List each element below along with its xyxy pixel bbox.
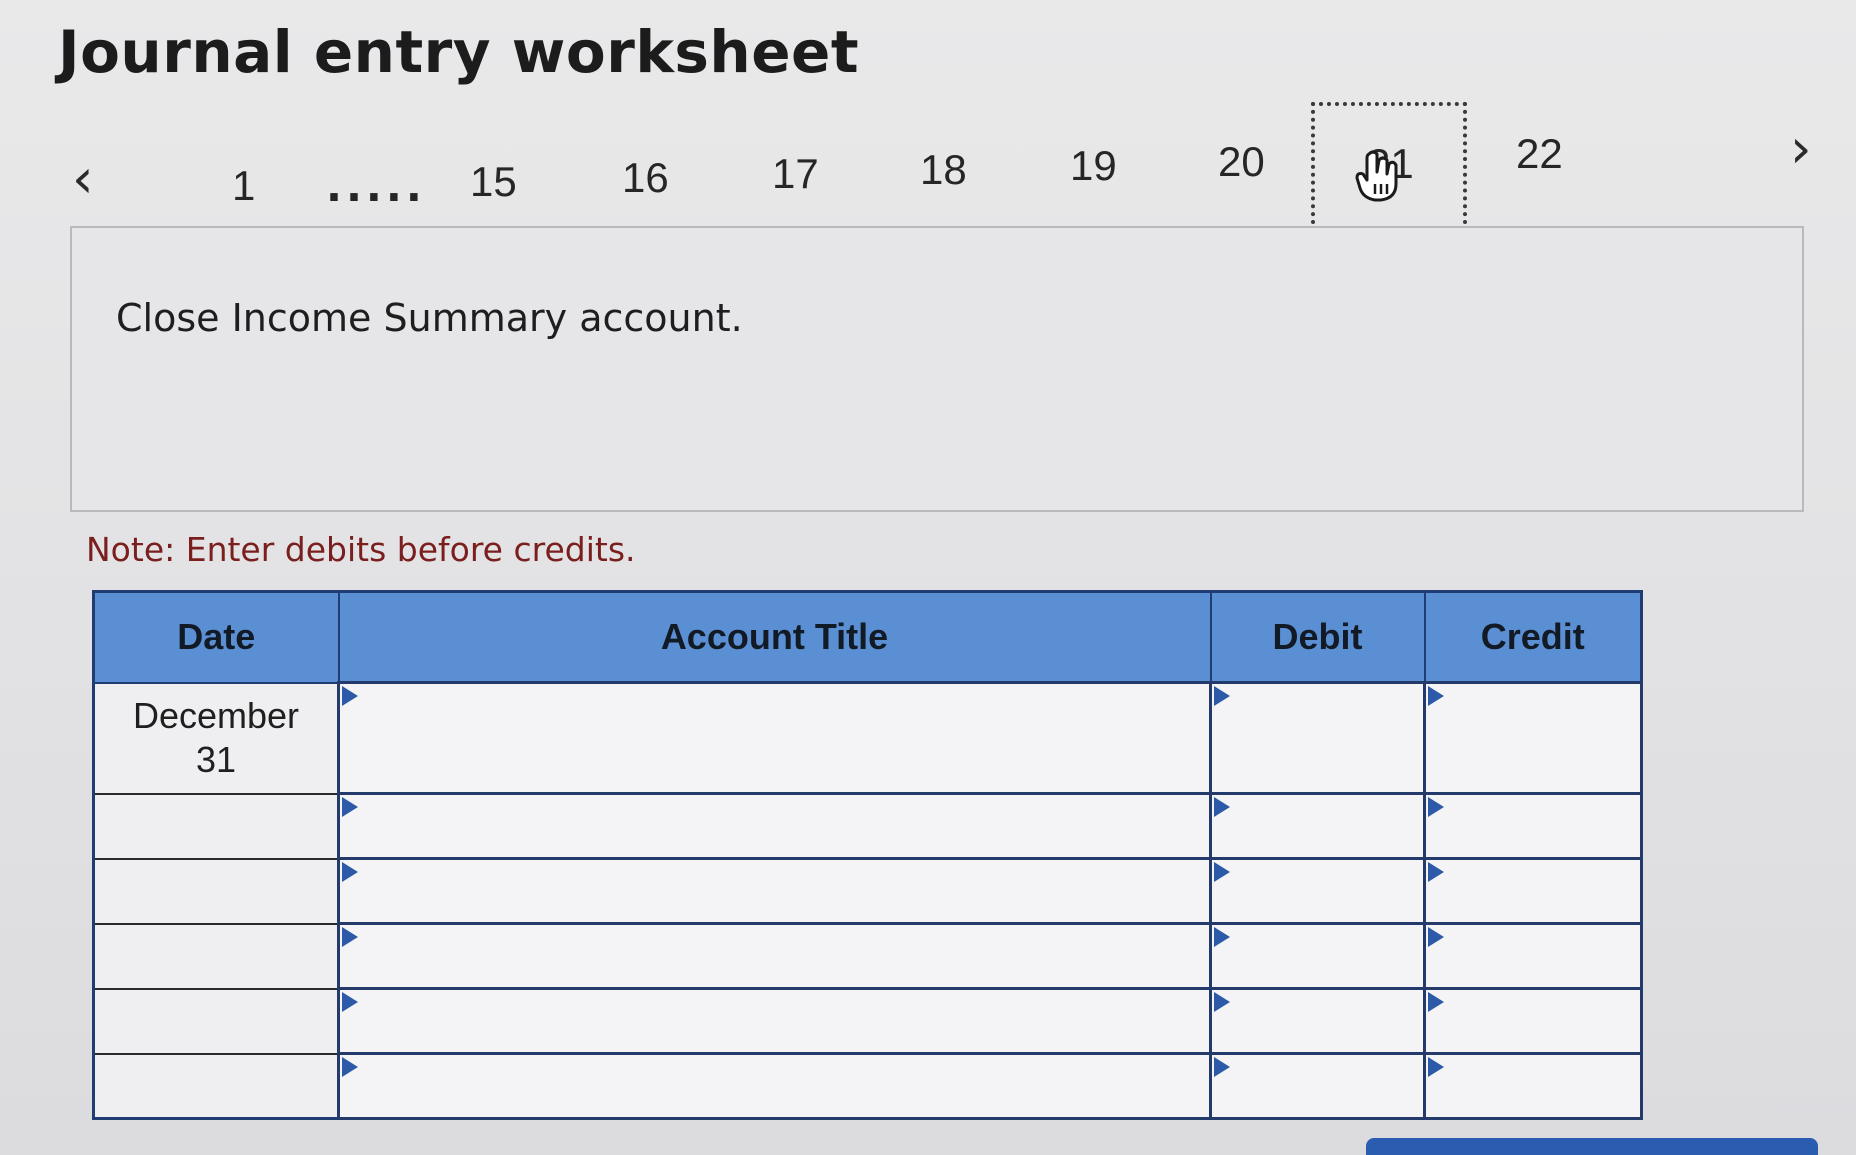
- page-link-17[interactable]: 17: [772, 150, 819, 198]
- debit-input[interactable]: [1212, 990, 1423, 1052]
- page-link-current[interactable]: 21: [1311, 102, 1467, 232]
- table-row: December 31: [92, 681, 1643, 795]
- date-cell: December 31: [92, 681, 340, 795]
- account-title-input[interactable]: [340, 795, 1209, 857]
- table-header-row: Date Account Title Debit Credit: [92, 590, 1643, 684]
- page-link-20[interactable]: 20: [1218, 138, 1265, 186]
- page-link-15[interactable]: 15: [470, 158, 517, 206]
- debit-cell[interactable]: [1209, 681, 1426, 795]
- debit-input[interactable]: [1212, 1055, 1423, 1117]
- date-cell: [92, 792, 340, 860]
- credit-input[interactable]: [1426, 795, 1640, 857]
- chevron-right-icon[interactable]: ›: [1790, 122, 1812, 176]
- account-title-cell[interactable]: [337, 681, 1212, 795]
- credit-input[interactable]: [1426, 990, 1640, 1052]
- debit-cell[interactable]: [1209, 1052, 1426, 1120]
- account-title-input[interactable]: [340, 925, 1209, 987]
- credit-input[interactable]: [1426, 860, 1640, 922]
- date-cell: [92, 922, 340, 990]
- debit-input[interactable]: [1212, 925, 1423, 987]
- question-text: Close Income Summary account.: [116, 296, 743, 340]
- debit-cell[interactable]: [1209, 792, 1426, 860]
- date-month: December: [132, 695, 300, 736]
- date-cell: [92, 987, 340, 1055]
- debit-cell[interactable]: [1209, 922, 1426, 990]
- date-cell: [92, 857, 340, 925]
- bottom-action-button[interactable]: [1366, 1138, 1818, 1155]
- journal-entry-table: Date Account Title Debit Credit December…: [92, 590, 1643, 1120]
- pager-ellipsis: .....: [326, 162, 426, 211]
- question-panel: Close Income Summary account.: [70, 226, 1804, 512]
- credit-cell[interactable]: [1423, 987, 1643, 1055]
- account-title-column-header: Account Title: [337, 590, 1212, 684]
- worksheet-page: Journal entry worksheet ‹ 1 ..... 15 16 …: [0, 0, 1856, 1155]
- credit-column-header: Credit: [1423, 590, 1643, 684]
- credit-cell[interactable]: [1423, 1052, 1643, 1120]
- credit-input[interactable]: [1426, 684, 1640, 792]
- account-title-input[interactable]: [340, 684, 1209, 792]
- account-title-input[interactable]: [340, 860, 1209, 922]
- account-title-cell[interactable]: [337, 987, 1212, 1055]
- credit-cell[interactable]: [1423, 922, 1643, 990]
- table-row: [92, 987, 1643, 1055]
- credit-input[interactable]: [1426, 925, 1640, 987]
- page-link-16[interactable]: 16: [622, 154, 669, 202]
- debit-cell[interactable]: [1209, 857, 1426, 925]
- table-row: [92, 1052, 1643, 1120]
- page-link-1[interactable]: 1: [232, 162, 255, 210]
- date-cell: [92, 1052, 340, 1120]
- account-title-cell[interactable]: [337, 857, 1212, 925]
- account-title-cell[interactable]: [337, 1052, 1212, 1120]
- account-title-input[interactable]: [340, 990, 1209, 1052]
- credit-cell[interactable]: [1423, 681, 1643, 795]
- credit-cell[interactable]: [1423, 857, 1643, 925]
- entry-note: Note: Enter debits before credits.: [86, 530, 636, 569]
- page-link-19[interactable]: 19: [1070, 142, 1117, 190]
- table-row: [92, 857, 1643, 925]
- debit-cell[interactable]: [1209, 987, 1426, 1055]
- account-title-cell[interactable]: [337, 792, 1212, 860]
- credit-input[interactable]: [1426, 1055, 1640, 1117]
- credit-cell[interactable]: [1423, 792, 1643, 860]
- debit-column-header: Debit: [1209, 590, 1426, 684]
- chevron-left-icon[interactable]: ‹: [72, 152, 94, 206]
- debit-input[interactable]: [1212, 684, 1423, 792]
- table-row: [92, 792, 1643, 860]
- date-column-header: Date: [92, 590, 340, 684]
- page-link-22[interactable]: 22: [1516, 130, 1563, 178]
- page-title: Journal entry worksheet: [58, 18, 860, 86]
- date-day: 31: [195, 739, 237, 780]
- debit-input[interactable]: [1212, 860, 1423, 922]
- account-title-cell[interactable]: [337, 922, 1212, 990]
- account-title-input[interactable]: [340, 1055, 1209, 1117]
- hand-cursor-icon: [1355, 150, 1398, 202]
- table-row: [92, 922, 1643, 990]
- debit-input[interactable]: [1212, 795, 1423, 857]
- page-link-18[interactable]: 18: [920, 146, 967, 194]
